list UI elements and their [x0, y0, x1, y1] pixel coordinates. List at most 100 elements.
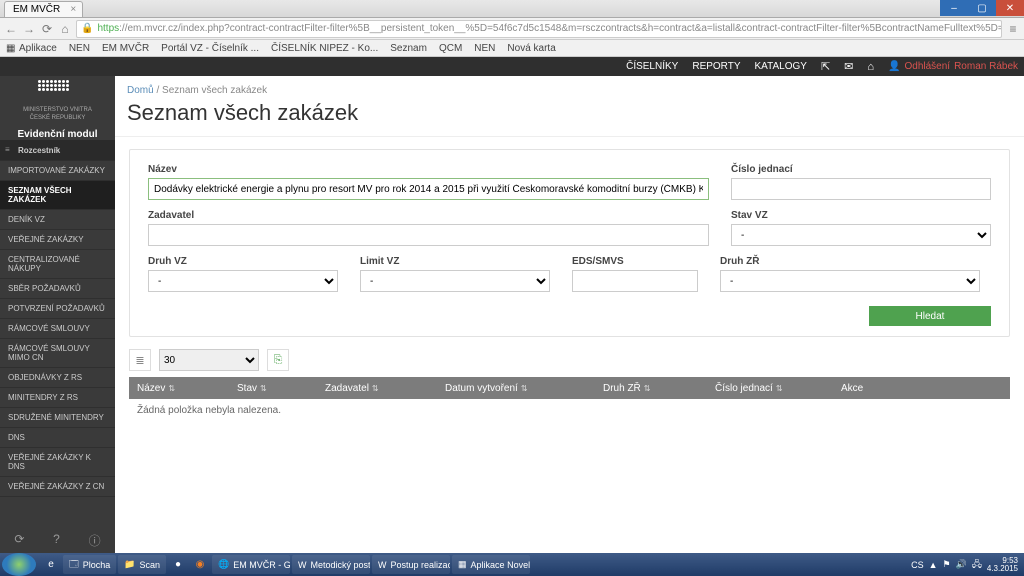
- sidebar-item[interactable]: VEŘEJNÉ ZAKÁZKY K DNS: [0, 448, 115, 477]
- taskbar-item[interactable]: 📁 Scan: [118, 555, 166, 574]
- topnav-reporty[interactable]: REPORTY: [692, 61, 740, 72]
- input-eds[interactable]: [572, 270, 698, 292]
- taskbar-item[interactable]: W Postup realizace o...: [372, 555, 450, 574]
- tab-title: EM MVČR: [13, 4, 60, 15]
- url-input[interactable]: 🔒 https ://em.mvcr.cz/index.php?contract…: [76, 20, 1002, 38]
- refresh-icon: ⟳: [14, 532, 24, 546]
- tray-icon[interactable]: ▲: [929, 560, 938, 570]
- col-datum[interactable]: Datum vytvoření⇅: [437, 383, 595, 394]
- back-icon[interactable]: ←: [4, 22, 18, 36]
- tray-network-icon[interactable]: 🖧: [972, 557, 982, 573]
- col-cislo-jednaci[interactable]: Číslo jednací⇅: [707, 383, 833, 394]
- external-link-icon[interactable]: ⇱: [821, 60, 830, 73]
- taskbar-item[interactable]: W Metodický postu...: [292, 555, 370, 574]
- col-stav[interactable]: Stav⇅: [229, 383, 317, 394]
- url-scheme: https: [97, 23, 119, 34]
- close-window-button[interactable]: ✕: [996, 0, 1024, 16]
- input-zadavatel[interactable]: [148, 224, 709, 246]
- minimize-button[interactable]: –: [940, 0, 968, 16]
- list-view-icon[interactable]: ≣: [129, 349, 151, 371]
- menu-icon[interactable]: ≡: [1006, 22, 1020, 36]
- browser-tabs: EM MVČR × – ▢ ✕: [0, 0, 1024, 18]
- footer-help[interactable]: ?: [53, 532, 60, 549]
- input-cislo-jednaci[interactable]: [731, 178, 991, 200]
- bookmark[interactable]: NEN: [474, 43, 495, 54]
- sidebar-item[interactable]: DNS: [0, 428, 115, 448]
- taskbar-pin-firefox[interactable]: ◉: [189, 559, 211, 570]
- sidebar-item-active[interactable]: SEZNAM VŠECH ZAKÁZEK: [0, 181, 115, 210]
- filter-panel: Název Číslo jednací Zadavatel Stav VZ -: [129, 149, 1010, 337]
- sidebar-item[interactable]: VEŘEJNÉ ZAKÁZKY Z CN: [0, 477, 115, 497]
- col-zadavatel[interactable]: Zadavatel⇅: [317, 383, 437, 394]
- sidebar-item[interactable]: SDRUŽENÉ MINITENDRY: [0, 408, 115, 428]
- footer-refresh[interactable]: ⟳: [14, 532, 24, 549]
- taskbar-item[interactable]: 🌐 EM MVČR - Goog...: [212, 555, 290, 574]
- bookmark[interactable]: Portál VZ - Číselník ...: [161, 43, 259, 54]
- browser-tab[interactable]: EM MVČR ×: [4, 1, 83, 17]
- select-druh-zr[interactable]: -: [720, 270, 980, 292]
- select-limit-vz[interactable]: -: [360, 270, 550, 292]
- results-grid: Název⇅ Stav⇅ Zadavatel⇅ Datum vytvoření⇅…: [129, 377, 1010, 422]
- grid-header: Název⇅ Stav⇅ Zadavatel⇅ Datum vytvoření⇅…: [129, 377, 1010, 399]
- user-block[interactable]: 👤 Odhlášení Roman Rábek: [888, 61, 1018, 72]
- close-tab-icon[interactable]: ×: [70, 4, 76, 15]
- taskbar-item[interactable]: ▦ Aplikace Novell G...: [452, 555, 530, 574]
- sort-icon: ⇅: [260, 384, 267, 393]
- maximize-button[interactable]: ▢: [968, 0, 996, 16]
- bookmark[interactable]: QCM: [439, 43, 462, 54]
- taskbar-pin[interactable]: ●: [167, 559, 189, 570]
- breadcrumb-current: Seznam všech zakázek: [162, 85, 267, 96]
- sidebar-item[interactable]: RÁMCOVÉ SMLOUVY MIMO CN: [0, 339, 115, 368]
- breadcrumb-home[interactable]: Domů: [127, 85, 154, 96]
- input-nazev[interactable]: [148, 178, 709, 200]
- bookmark[interactable]: ČÍSELNÍK NIPEZ - Ko...: [271, 43, 378, 54]
- breadcrumb: Domů / Seznam všech zakázek: [115, 76, 1024, 96]
- sidebar-rozcestnik[interactable]: Rozcestník: [0, 141, 115, 161]
- footer-info[interactable]: ⓘ: [89, 532, 101, 549]
- topnav-katalogy[interactable]: KATALOGY: [755, 61, 807, 72]
- bookmark[interactable]: ▦Aplikace: [6, 43, 57, 54]
- export-excel-icon[interactable]: ⎘: [267, 349, 289, 371]
- bookmark[interactable]: NEN: [69, 43, 90, 54]
- system-tray: CS ▲ ⚑ 🔊 🖧 9:53 4.3.2015: [905, 557, 1024, 573]
- bookmark[interactable]: Nová karta: [507, 43, 555, 54]
- help-icon: ?: [53, 532, 60, 546]
- tray-lang[interactable]: CS: [911, 560, 924, 570]
- select-stav-vz[interactable]: -: [731, 224, 991, 246]
- window-controls: – ▢ ✕: [940, 0, 1024, 16]
- taskbar-pin-ie[interactable]: e: [40, 559, 62, 570]
- sidebar-footer: ⟳ ? ⓘ: [0, 528, 115, 553]
- ministry-line1: MINISTERSTVO VNITRA: [23, 107, 92, 113]
- sidebar-item[interactable]: OBJEDNÁVKY Z RS: [0, 368, 115, 388]
- sidebar-item[interactable]: IMPORTOVANÉ ZAKÁZKY: [0, 161, 115, 181]
- bookmark[interactable]: Seznam: [390, 43, 427, 54]
- col-druh-zr[interactable]: Druh ZŘ⇅: [595, 383, 707, 394]
- sidebar-item[interactable]: SBĚR POŽADAVKŮ: [0, 279, 115, 299]
- label-eds: EDS/SMVS: [572, 256, 698, 267]
- sidebar-item[interactable]: DENÍK VZ: [0, 210, 115, 230]
- home-icon[interactable]: ⌂: [58, 22, 72, 36]
- col-nazev[interactable]: Název⇅: [129, 383, 229, 394]
- sidebar-item[interactable]: VEŘEJNÉ ZAKÁZKY: [0, 230, 115, 250]
- bookmark[interactable]: EM MVČR: [102, 43, 149, 54]
- sidebar-item[interactable]: RÁMCOVÉ SMLOUVY: [0, 319, 115, 339]
- sidebar-item[interactable]: MINITENDRY Z RS: [0, 388, 115, 408]
- tray-icon[interactable]: 🔊: [956, 559, 967, 570]
- reload-icon[interactable]: ⟳: [40, 22, 54, 36]
- start-button[interactable]: [2, 553, 36, 576]
- sidebar-item[interactable]: POTVRZENÍ POŽADAVKŮ: [0, 299, 115, 319]
- tray-clock[interactable]: 9:53 4.3.2015: [987, 557, 1018, 573]
- sidebar-item[interactable]: CENTRALIZOVANÉ NÁKUPY: [0, 250, 115, 279]
- search-button[interactable]: Hledat: [869, 306, 991, 326]
- tray-icon[interactable]: ⚑: [943, 559, 951, 570]
- forward-icon[interactable]: →: [22, 22, 36, 36]
- logo-dots-icon: [38, 80, 78, 105]
- page-size-select[interactable]: 30: [159, 349, 259, 371]
- taskbar-item[interactable]: 🗔 Plocha: [63, 555, 116, 574]
- topnav-ciselniky[interactable]: ČÍSELNÍKY: [626, 61, 678, 72]
- home-app-icon[interactable]: ⌂: [867, 61, 874, 73]
- label-nazev: Název: [148, 164, 709, 175]
- select-druh-vz[interactable]: -: [148, 270, 338, 292]
- mail-icon[interactable]: ✉: [844, 60, 853, 73]
- user-icon: 👤: [888, 61, 900, 72]
